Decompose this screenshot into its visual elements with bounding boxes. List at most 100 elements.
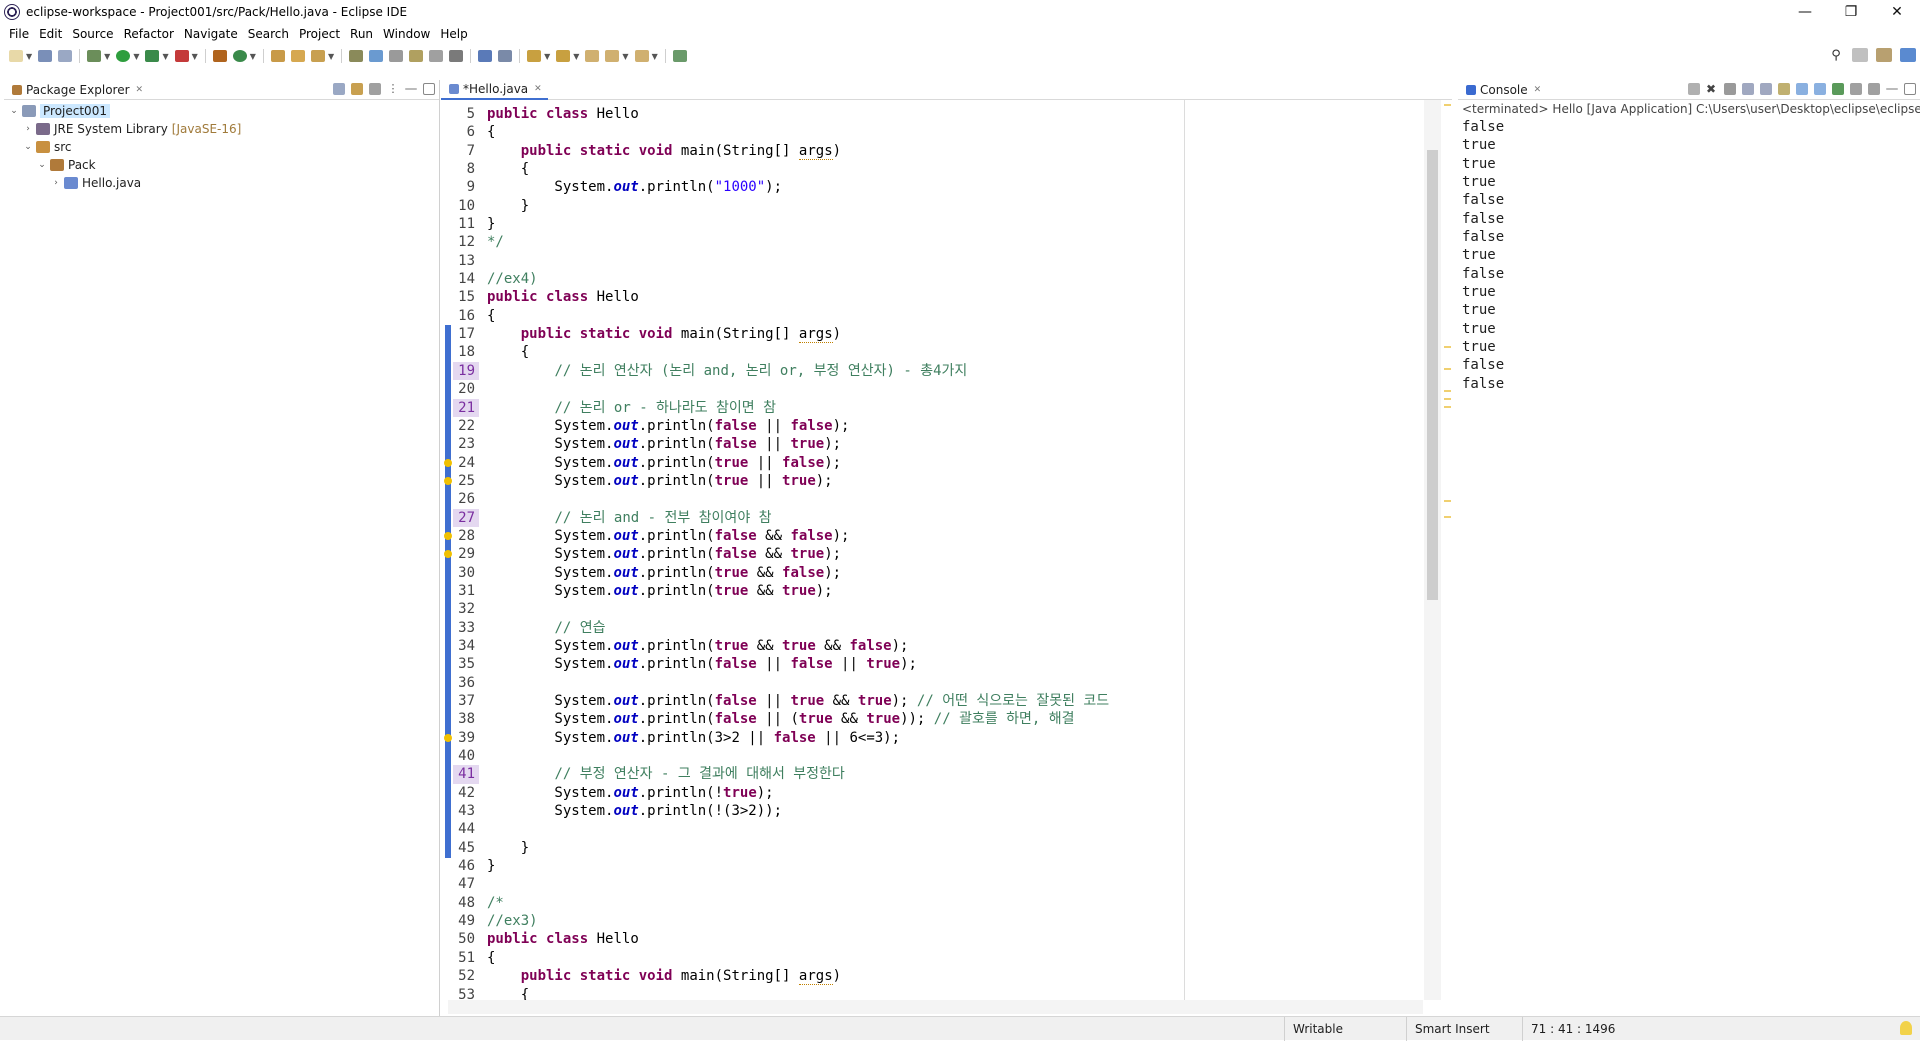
overview-marker[interactable] — [1444, 516, 1451, 518]
maximize-view-icon[interactable] — [423, 83, 435, 95]
code-line[interactable]: 12 */ — [453, 233, 1109, 251]
tree-item-hello-java[interactable]: › Hello.java — [4, 174, 439, 192]
menu-run[interactable]: Run — [350, 27, 373, 41]
warning-icon[interactable] — [444, 733, 452, 742]
code-line[interactable]: 39 System.out.println(3>2 || false || 6<… — [453, 729, 1109, 747]
skip-breakpoints-icon[interactable] — [498, 50, 513, 62]
show-whitespace-icon[interactable] — [429, 50, 444, 62]
pilcrow-icon[interactable] — [449, 50, 464, 62]
code-line[interactable]: 15 public class Hello — [453, 288, 1109, 306]
code-line[interactable]: 17 public static void main(String[] args… — [453, 325, 1109, 344]
editor-vertical-scrollbar[interactable] — [1424, 100, 1441, 1000]
tree-item-jre-system-library[interactable]: › JRE System Library [JavaSE-16] — [4, 120, 439, 138]
console-output[interactable]: false true true true false false false true fals… — [1458, 118, 1920, 393]
lightbulb-icon[interactable] — [1900, 1021, 1912, 1035]
chevron-down-icon[interactable]: ▼ — [652, 52, 658, 61]
open-perspective-icon[interactable] — [1852, 48, 1868, 62]
terminal-icon[interactable] — [478, 50, 493, 62]
code-line[interactable]: 43 System.out.println(!(3>2)); — [453, 802, 1109, 820]
code-line[interactable]: 47 — [453, 875, 1109, 893]
code-line[interactable]: 23 System.out.println(false || true); — [453, 435, 1109, 453]
terminate-icon[interactable] — [1688, 83, 1700, 95]
code-line[interactable]: 40 — [453, 747, 1109, 765]
link-with-editor-icon[interactable] — [351, 83, 363, 95]
new-class-icon[interactable] — [232, 50, 247, 62]
editor-horizontal-scrollbar[interactable] — [448, 1000, 1423, 1014]
chevron-down-icon[interactable]: ▼ — [328, 52, 334, 61]
tab-hello-java[interactable]: *Hello.java ✕ — [441, 80, 548, 100]
show-on-stderr-icon[interactable] — [1814, 83, 1826, 95]
previous-annotation-icon[interactable] — [556, 50, 571, 62]
run-icon[interactable] — [116, 50, 131, 62]
code-line[interactable]: 7 public static void main(String[] args) — [453, 142, 1109, 160]
overview-marker[interactable] — [1444, 346, 1451, 348]
chevron-down-icon[interactable]: ⌄ — [22, 142, 34, 152]
code-line[interactable]: 36 — [453, 674, 1109, 692]
menu-project[interactable]: Project — [299, 27, 340, 41]
chevron-down-icon[interactable]: ⌄ — [36, 160, 48, 170]
code-line[interactable]: 24 System.out.println(true || false); — [453, 454, 1109, 472]
code-line[interactable]: 5 public class Hello — [453, 105, 1109, 123]
overview-marker[interactable] — [1444, 368, 1451, 370]
save-all-icon[interactable] — [58, 50, 73, 62]
new-icon[interactable] — [9, 50, 23, 62]
code-line[interactable]: 20 — [453, 380, 1109, 398]
collapse-all-icon[interactable] — [333, 83, 345, 95]
last-edit-location-icon[interactable] — [585, 50, 600, 62]
clear-console-icon[interactable] — [1778, 83, 1790, 95]
toggle-breadcrumb-icon[interactable] — [349, 50, 364, 62]
tab-console[interactable]: Console ✕ — [1458, 80, 1547, 100]
code-line[interactable]: 35 System.out.println(false || false || … — [453, 655, 1109, 673]
chevron-down-icon[interactable]: ▼ — [192, 52, 198, 61]
code-line[interactable]: 13 — [453, 252, 1109, 270]
menu-source[interactable]: Source — [72, 27, 113, 41]
menu-search[interactable]: Search — [248, 27, 289, 41]
pin-console-icon[interactable] — [1832, 83, 1844, 95]
filter-icon[interactable] — [369, 83, 381, 95]
open-task-icon[interactable] — [290, 50, 305, 62]
maximize-view-icon[interactable] — [1904, 83, 1916, 95]
code-line[interactable]: 41 // 부정 연산자 - 그 결과에 대해서 부정한다 — [453, 765, 1109, 784]
chevron-down-icon[interactable]: ▼ — [162, 52, 168, 61]
menu-window[interactable]: Window — [383, 27, 430, 41]
code-editor[interactable]: 5 public class Hello 6{7 public static voi… — [441, 100, 1452, 1016]
code-line[interactable]: 52 public static void main(String[] args… — [453, 967, 1109, 986]
remove-all-terminated-icon[interactable] — [1724, 83, 1736, 95]
close-icon[interactable]: ✕ — [534, 84, 542, 94]
save-icon[interactable] — [38, 50, 53, 62]
code-line[interactable]: 6{ — [453, 123, 1109, 141]
code-line[interactable]: 34 System.out.println(true && true && fa… — [453, 637, 1109, 655]
code-line[interactable]: 50 public class Hello — [453, 930, 1109, 948]
code-line[interactable]: 16 { — [453, 307, 1109, 325]
code-line[interactable]: 48 /* — [453, 894, 1109, 912]
code-line[interactable]: 14 //ex4) — [453, 270, 1109, 288]
code-line[interactable]: 32 — [453, 600, 1109, 618]
search-icon[interactable]: ⚲ — [1828, 48, 1844, 63]
external-tools-icon[interactable] — [174, 50, 189, 62]
warning-icon[interactable] — [444, 532, 452, 541]
scroll-lock-icon[interactable] — [1742, 83, 1754, 95]
chevron-down-icon[interactable]: ▼ — [573, 52, 579, 61]
overview-marker[interactable] — [1444, 500, 1451, 502]
menu-edit[interactable]: Edit — [39, 27, 62, 41]
overview-ruler[interactable] — [1443, 100, 1452, 1000]
close-icon[interactable]: ✕ — [136, 85, 144, 95]
overview-marker[interactable] — [1444, 406, 1451, 408]
coverage-icon[interactable] — [145, 50, 160, 62]
code-line[interactable]: 51 { — [453, 949, 1109, 967]
code-line[interactable]: 46} — [453, 857, 1109, 875]
code-line[interactable]: 29 System.out.println(false && true); — [453, 545, 1109, 563]
menu-refactor[interactable]: Refactor — [124, 27, 174, 41]
code-line[interactable]: 42 System.out.println(!true); — [453, 784, 1109, 802]
code-line[interactable]: 9 System.out.println("1000"); — [453, 178, 1109, 196]
new-java-project-icon[interactable] — [212, 50, 227, 62]
code-line[interactable]: 10 } — [453, 197, 1109, 215]
view-menu-icon[interactable]: ⋮ — [387, 83, 399, 95]
code-line[interactable]: 18 { — [453, 343, 1109, 361]
close-icon[interactable]: ✕ — [1534, 85, 1542, 95]
code-line[interactable]: 11} — [453, 215, 1109, 233]
mark-occurrences-icon[interactable] — [369, 50, 384, 62]
code-line[interactable]: 33 // 연습 — [453, 619, 1109, 637]
warning-overview-marker[interactable] — [1444, 104, 1451, 106]
show-on-stdout-icon[interactable] — [1796, 83, 1808, 95]
